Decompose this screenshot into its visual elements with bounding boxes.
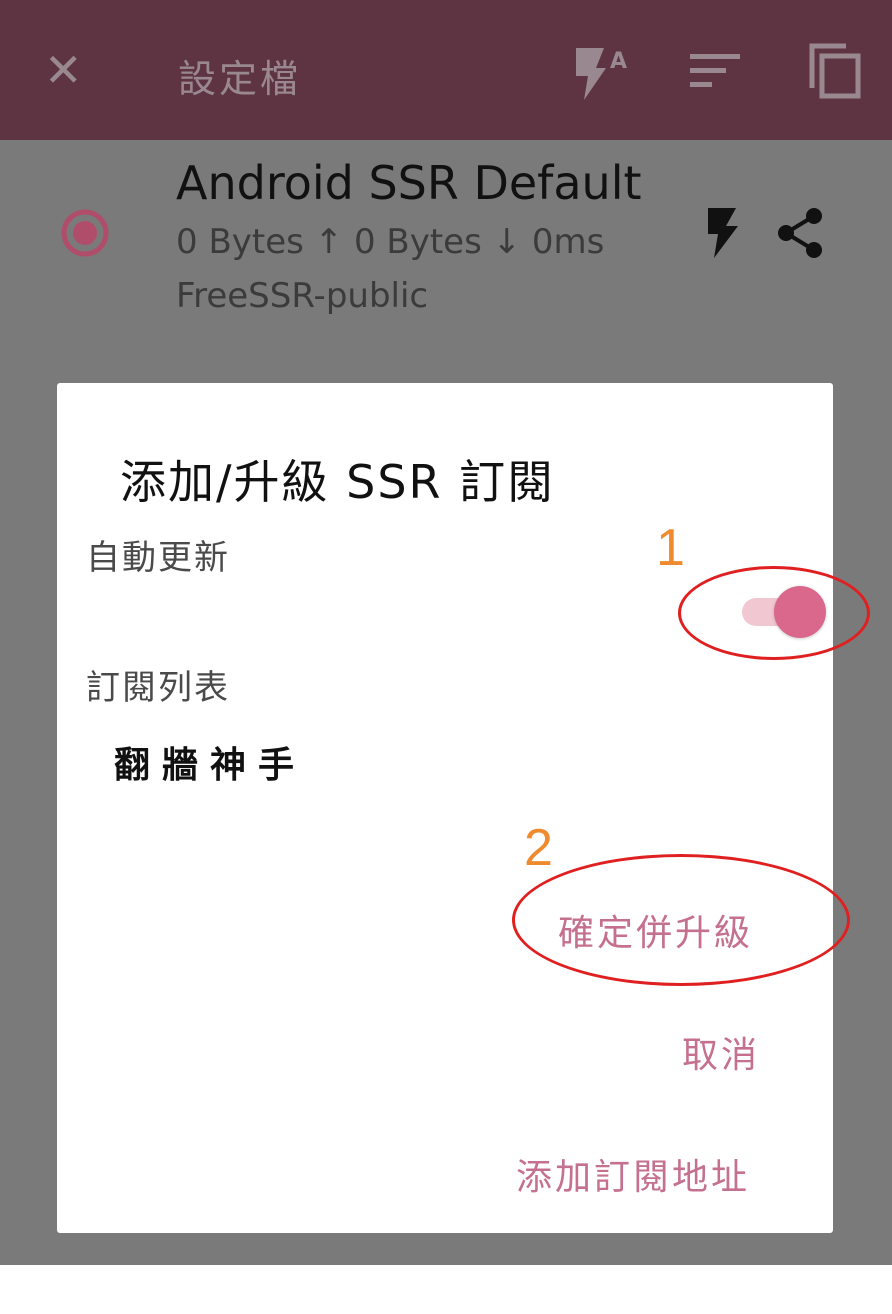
profile-name: Android SSR Default [176, 156, 642, 210]
close-icon[interactable]: ✕ [44, 40, 83, 100]
share-icon[interactable] [774, 206, 828, 260]
profile-group: FreeSSR-public [176, 276, 429, 316]
svg-text:A: A [610, 49, 627, 74]
subscription-list-label: 訂閱列表 [86, 668, 230, 708]
subscription-list-item[interactable]: 翻牆神手 [114, 736, 306, 788]
annotation-marker-2: 2 [524, 819, 553, 877]
toolbar: ✕ 設定檔 A [0, 0, 892, 140]
profile-traffic-stats: 0 Bytes ↑ 0 Bytes ↓ 0ms [176, 222, 605, 262]
copy-icon[interactable] [808, 42, 862, 100]
add-subscription-url-button[interactable]: 添加訂閱地址 [516, 1148, 750, 1200]
annotation-marker-1: 1 [656, 519, 685, 577]
bolt-icon[interactable] [704, 206, 740, 260]
auto-update-label: 自動更新 [86, 538, 230, 578]
flash-auto-icon[interactable]: A [566, 42, 636, 102]
radio-selected-icon[interactable] [60, 208, 110, 258]
dialog-title: 添加/升級 SSR 訂閱 [120, 455, 556, 509]
toolbar-title: 設定檔 [178, 57, 302, 101]
cancel-button[interactable]: 取消 [682, 1026, 760, 1078]
annotation-ring-confirm [512, 854, 850, 986]
annotation-ring-toggle [678, 566, 870, 660]
sort-icon[interactable] [690, 54, 740, 88]
